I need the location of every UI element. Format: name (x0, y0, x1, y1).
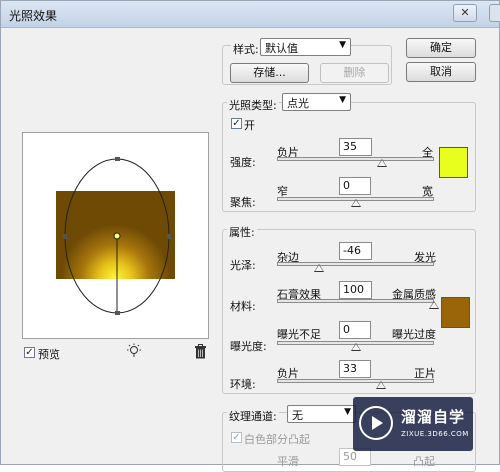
chevron-down-icon: ▼ (344, 407, 351, 417)
style-label: 样式: (231, 41, 261, 57)
focus-input[interactable]: 0 (339, 177, 371, 195)
white-high-checkbox[interactable]: ✓ (231, 432, 242, 443)
light-on-checkbox[interactable]: ✓ (231, 118, 242, 129)
exposure-max-label: 曝光过度 (392, 328, 436, 341)
texture-channel-value: 无 (292, 409, 303, 422)
texture-channel-select[interactable]: 无 ▼ (287, 405, 356, 423)
light-bulb-icon[interactable] (126, 343, 142, 362)
focus-slider-thumb[interactable] (350, 199, 361, 207)
lighting-effects-dialog: 光照效果 ✕ ✓ 预览 样式: 默认值 ▼ 存储... 删除 确定 取消 光照类… (0, 0, 500, 472)
exposure-min-label: 曝光不足 (277, 328, 321, 341)
chevron-down-icon: ▼ (339, 40, 346, 50)
light-type-label: 光照类型: (227, 97, 279, 113)
exposure-label: 曝光度: (230, 340, 267, 353)
watermark-title: 溜溜自学 (401, 408, 466, 426)
ambient-color-swatch[interactable] (441, 297, 470, 328)
light-type-value: 点光 (287, 97, 309, 110)
intensity-input[interactable]: 35 (339, 138, 372, 156)
material-slider-track[interactable] (277, 299, 434, 303)
material-slider-thumb[interactable] (429, 301, 439, 309)
save-style-button[interactable]: 存储... (230, 63, 309, 83)
ambience-slider-track[interactable] (277, 379, 434, 383)
preview-checkbox[interactable]: ✓ (24, 347, 35, 358)
watermark: 溜溜自学 ZIXUE.3D66.COM (353, 397, 473, 451)
ambience-slider-thumb[interactable] (375, 381, 386, 389)
preview-pane[interactable] (22, 132, 209, 339)
style-select-value: 默认值 (265, 42, 298, 55)
light-type-select[interactable]: 点光 ▼ (282, 93, 351, 111)
texture-channel-label: 纹理通道: (227, 408, 279, 424)
gloss-slider-thumb[interactable] (314, 264, 325, 272)
preview-label: 预览 (38, 348, 60, 361)
light-on-label: 开 (244, 119, 255, 132)
ellipse-handle-top (115, 157, 120, 161)
exposure-slider-thumb[interactable] (350, 343, 361, 351)
height-min-label: 平滑 (277, 455, 299, 468)
focus-label: 聚焦: (230, 196, 256, 209)
white-high-label: 白色部分凸起 (244, 433, 310, 446)
light-ellipse-overlay[interactable] (23, 133, 210, 340)
watermark-url: ZIXUE.3D66.COM (401, 430, 469, 438)
exposure-input[interactable]: 0 (339, 321, 371, 339)
window-title: 光照效果 (9, 9, 58, 23)
chevron-down-icon: ▼ (339, 95, 346, 105)
ellipse-handle-left (63, 234, 67, 239)
style-select[interactable]: 默认值 ▼ (260, 38, 351, 56)
gloss-slider-track[interactable] (277, 262, 434, 266)
trash-icon[interactable] (194, 344, 207, 362)
ellipse-handle-bottom (115, 311, 120, 315)
intensity-slider-track[interactable] (277, 157, 434, 161)
delete-style-button[interactable]: 删除 (320, 63, 389, 83)
ok-button[interactable]: 确定 (406, 38, 476, 58)
height-max-label: 凸起 (413, 455, 435, 468)
play-logo-icon (359, 406, 393, 440)
ambience-label: 环境: (230, 378, 256, 391)
gloss-input[interactable]: -46 (339, 242, 372, 260)
gloss-label: 光泽: (230, 259, 256, 272)
close-button[interactable]: ✕ (453, 4, 477, 22)
background-window-edge (489, 4, 500, 22)
title-bar: 光照效果 ✕ (1, 1, 500, 28)
properties-label: 属性: (227, 224, 257, 240)
intensity-label: 强度: (230, 156, 256, 169)
material-label: 材料: (230, 300, 256, 313)
ellipse-handle-right (167, 234, 171, 239)
material-input[interactable]: 100 (339, 281, 372, 299)
light-center-handle (113, 232, 121, 240)
light-color-swatch[interactable] (439, 147, 468, 178)
intensity-slider-thumb[interactable] (377, 159, 388, 167)
cancel-button[interactable]: 取消 (406, 62, 476, 82)
ambience-input[interactable]: 33 (339, 360, 371, 378)
